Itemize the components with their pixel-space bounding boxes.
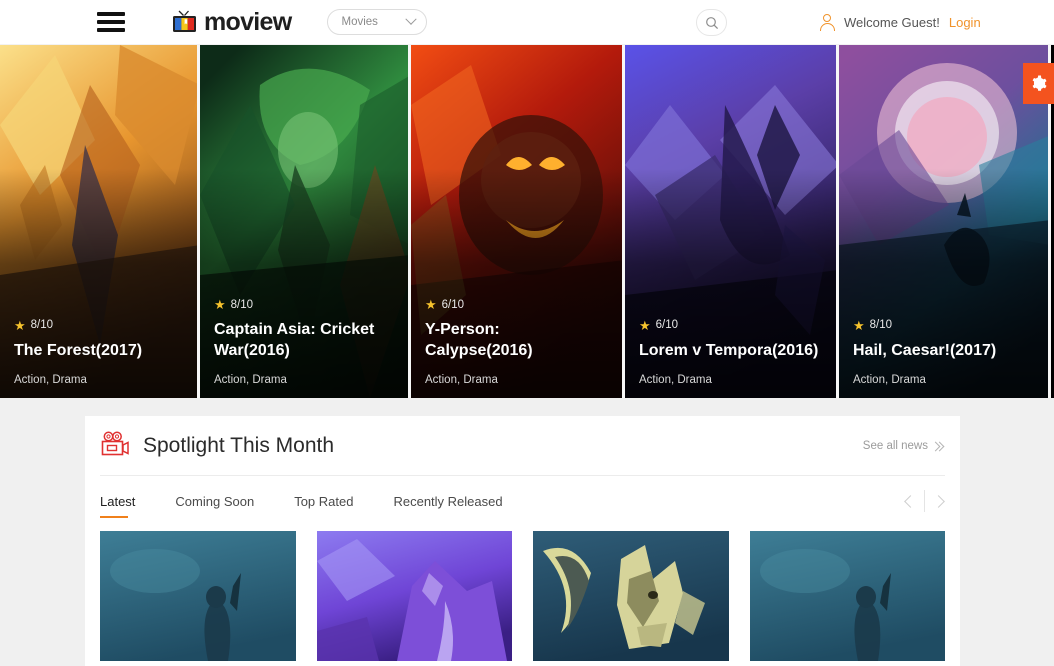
- hero-card[interactable]: ★ 8/10 Hail, Caesar!(2017) Action, Drama: [839, 45, 1051, 398]
- hero-title: Y-Person: Calypse(2016): [425, 320, 608, 361]
- rating-value: 8/10: [31, 319, 53, 331]
- settings-button[interactable]: [1023, 63, 1054, 104]
- rating: ★ 6/10: [425, 298, 608, 311]
- category-select-value: Movies: [342, 16, 378, 28]
- hero-genre: Action, Drama: [853, 374, 1034, 386]
- star-icon: ★: [639, 319, 651, 332]
- hero-genre: Action, Drama: [214, 374, 394, 386]
- logo-text: moview: [204, 10, 292, 35]
- user-greeting: Welcome Guest! Login: [820, 0, 981, 45]
- see-all-news-link[interactable]: See all news: [863, 440, 943, 452]
- rating-value: 6/10: [442, 299, 464, 311]
- tv-icon: [172, 10, 198, 34]
- rating-value: 8/10: [870, 319, 892, 331]
- welcome-text: Welcome Guest!: [844, 15, 940, 30]
- hero-genre: Action, Drama: [425, 374, 608, 386]
- thumbnail-item[interactable]: [317, 531, 513, 661]
- search-button[interactable]: [696, 9, 727, 36]
- tab-recently-released[interactable]: Recently Released: [393, 484, 502, 523]
- double-chevron-right-icon: [935, 443, 943, 450]
- star-icon: ★: [425, 298, 437, 311]
- hero-carousel: ★ 8/10 The Forest(2017) Action, Drama: [0, 45, 1054, 398]
- logo[interactable]: moview: [172, 10, 292, 35]
- hero-card[interactable]: ★ 8/10 Captain Asia: Cricket War(2016) A…: [200, 45, 411, 398]
- tab-coming-soon[interactable]: Coming Soon: [175, 484, 254, 523]
- hero-card-info: ★ 8/10 The Forest(2017) Action, Drama: [0, 319, 197, 398]
- nav-separator: [924, 490, 925, 512]
- hamburger-icon[interactable]: [97, 12, 125, 32]
- hero-card[interactable]: ★ 6/10 Y-Person: Calypse(2016) Action, D…: [411, 45, 625, 398]
- chevron-left-icon[interactable]: [904, 495, 917, 508]
- hero-title: The Forest(2017): [14, 341, 183, 361]
- spotlight-header: Spotlight This Month See all news: [85, 416, 960, 475]
- login-link[interactable]: Login: [949, 15, 981, 30]
- carousel-nav: [906, 490, 943, 512]
- tab-latest[interactable]: Latest: [100, 484, 135, 523]
- rating-value: 6/10: [656, 319, 678, 331]
- hero-title: Lorem v Tempora(2016): [639, 341, 822, 361]
- hero-card-info: ★ 8/10 Captain Asia: Cricket War(2016) A…: [200, 298, 408, 398]
- thumbnail-item[interactable]: [100, 531, 296, 661]
- thumbnail-item[interactable]: [533, 531, 729, 661]
- thumbnail-artwork: [317, 531, 513, 661]
- top-header: moview Movies Welcome Guest! Login: [0, 0, 1054, 45]
- hero-title: Captain Asia: Cricket War(2016): [214, 320, 394, 361]
- page-title: Spotlight This Month: [143, 434, 334, 458]
- thumbnail-artwork: [533, 531, 729, 661]
- see-all-news-label: See all news: [863, 440, 928, 452]
- spotlight-thumbnails: [85, 531, 960, 661]
- hero-card[interactable]: ★ 8/10 The Forest(2017) Action, Drama: [0, 45, 200, 398]
- search-icon: [705, 16, 719, 30]
- thumbnail-artwork: [750, 531, 946, 661]
- content-area: Spotlight This Month See all news Latest…: [0, 398, 1054, 666]
- tab-top-rated[interactable]: Top Rated: [294, 484, 353, 523]
- rating: ★ 8/10: [853, 319, 1034, 332]
- gear-icon: [1030, 75, 1047, 92]
- hero-title: Hail, Caesar!(2017): [853, 341, 1034, 361]
- hero-card-info: ★ 8/10 Hail, Caesar!(2017) Action, Drama: [839, 319, 1048, 398]
- rating: ★ 8/10: [214, 298, 394, 311]
- hero-card-info: ★ 6/10 Lorem v Tempora(2016) Action, Dra…: [625, 319, 836, 398]
- spotlight-panel: Spotlight This Month See all news Latest…: [85, 416, 960, 666]
- star-icon: ★: [853, 319, 865, 332]
- thumbnail-item[interactable]: [750, 531, 946, 661]
- rating-value: 8/10: [231, 299, 253, 311]
- movie-camera-icon: [100, 431, 130, 458]
- hero-card[interactable]: ★ 6/10 Lorem v Tempora(2016) Action, Dra…: [625, 45, 839, 398]
- category-select[interactable]: Movies: [327, 9, 427, 35]
- hamburger-bar: [97, 12, 125, 16]
- hero-card-info: ★ 6/10 Y-Person: Calypse(2016) Action, D…: [411, 298, 622, 398]
- hero-genre: Action, Drama: [14, 374, 183, 386]
- spotlight-tabs: Latest Coming Soon Top Rated Recently Re…: [85, 476, 960, 531]
- user-icon: [820, 14, 835, 31]
- hero-genre: Action, Drama: [639, 374, 822, 386]
- chevron-down-icon: [405, 14, 416, 25]
- rating: ★ 6/10: [639, 319, 822, 332]
- rating: ★ 8/10: [14, 319, 183, 332]
- thumbnail-artwork: [100, 531, 296, 661]
- hamburger-bar: [97, 28, 125, 32]
- hamburger-bar: [97, 20, 125, 24]
- star-icon: ★: [14, 319, 26, 332]
- star-icon: ★: [214, 298, 226, 311]
- chevron-right-icon[interactable]: [932, 495, 945, 508]
